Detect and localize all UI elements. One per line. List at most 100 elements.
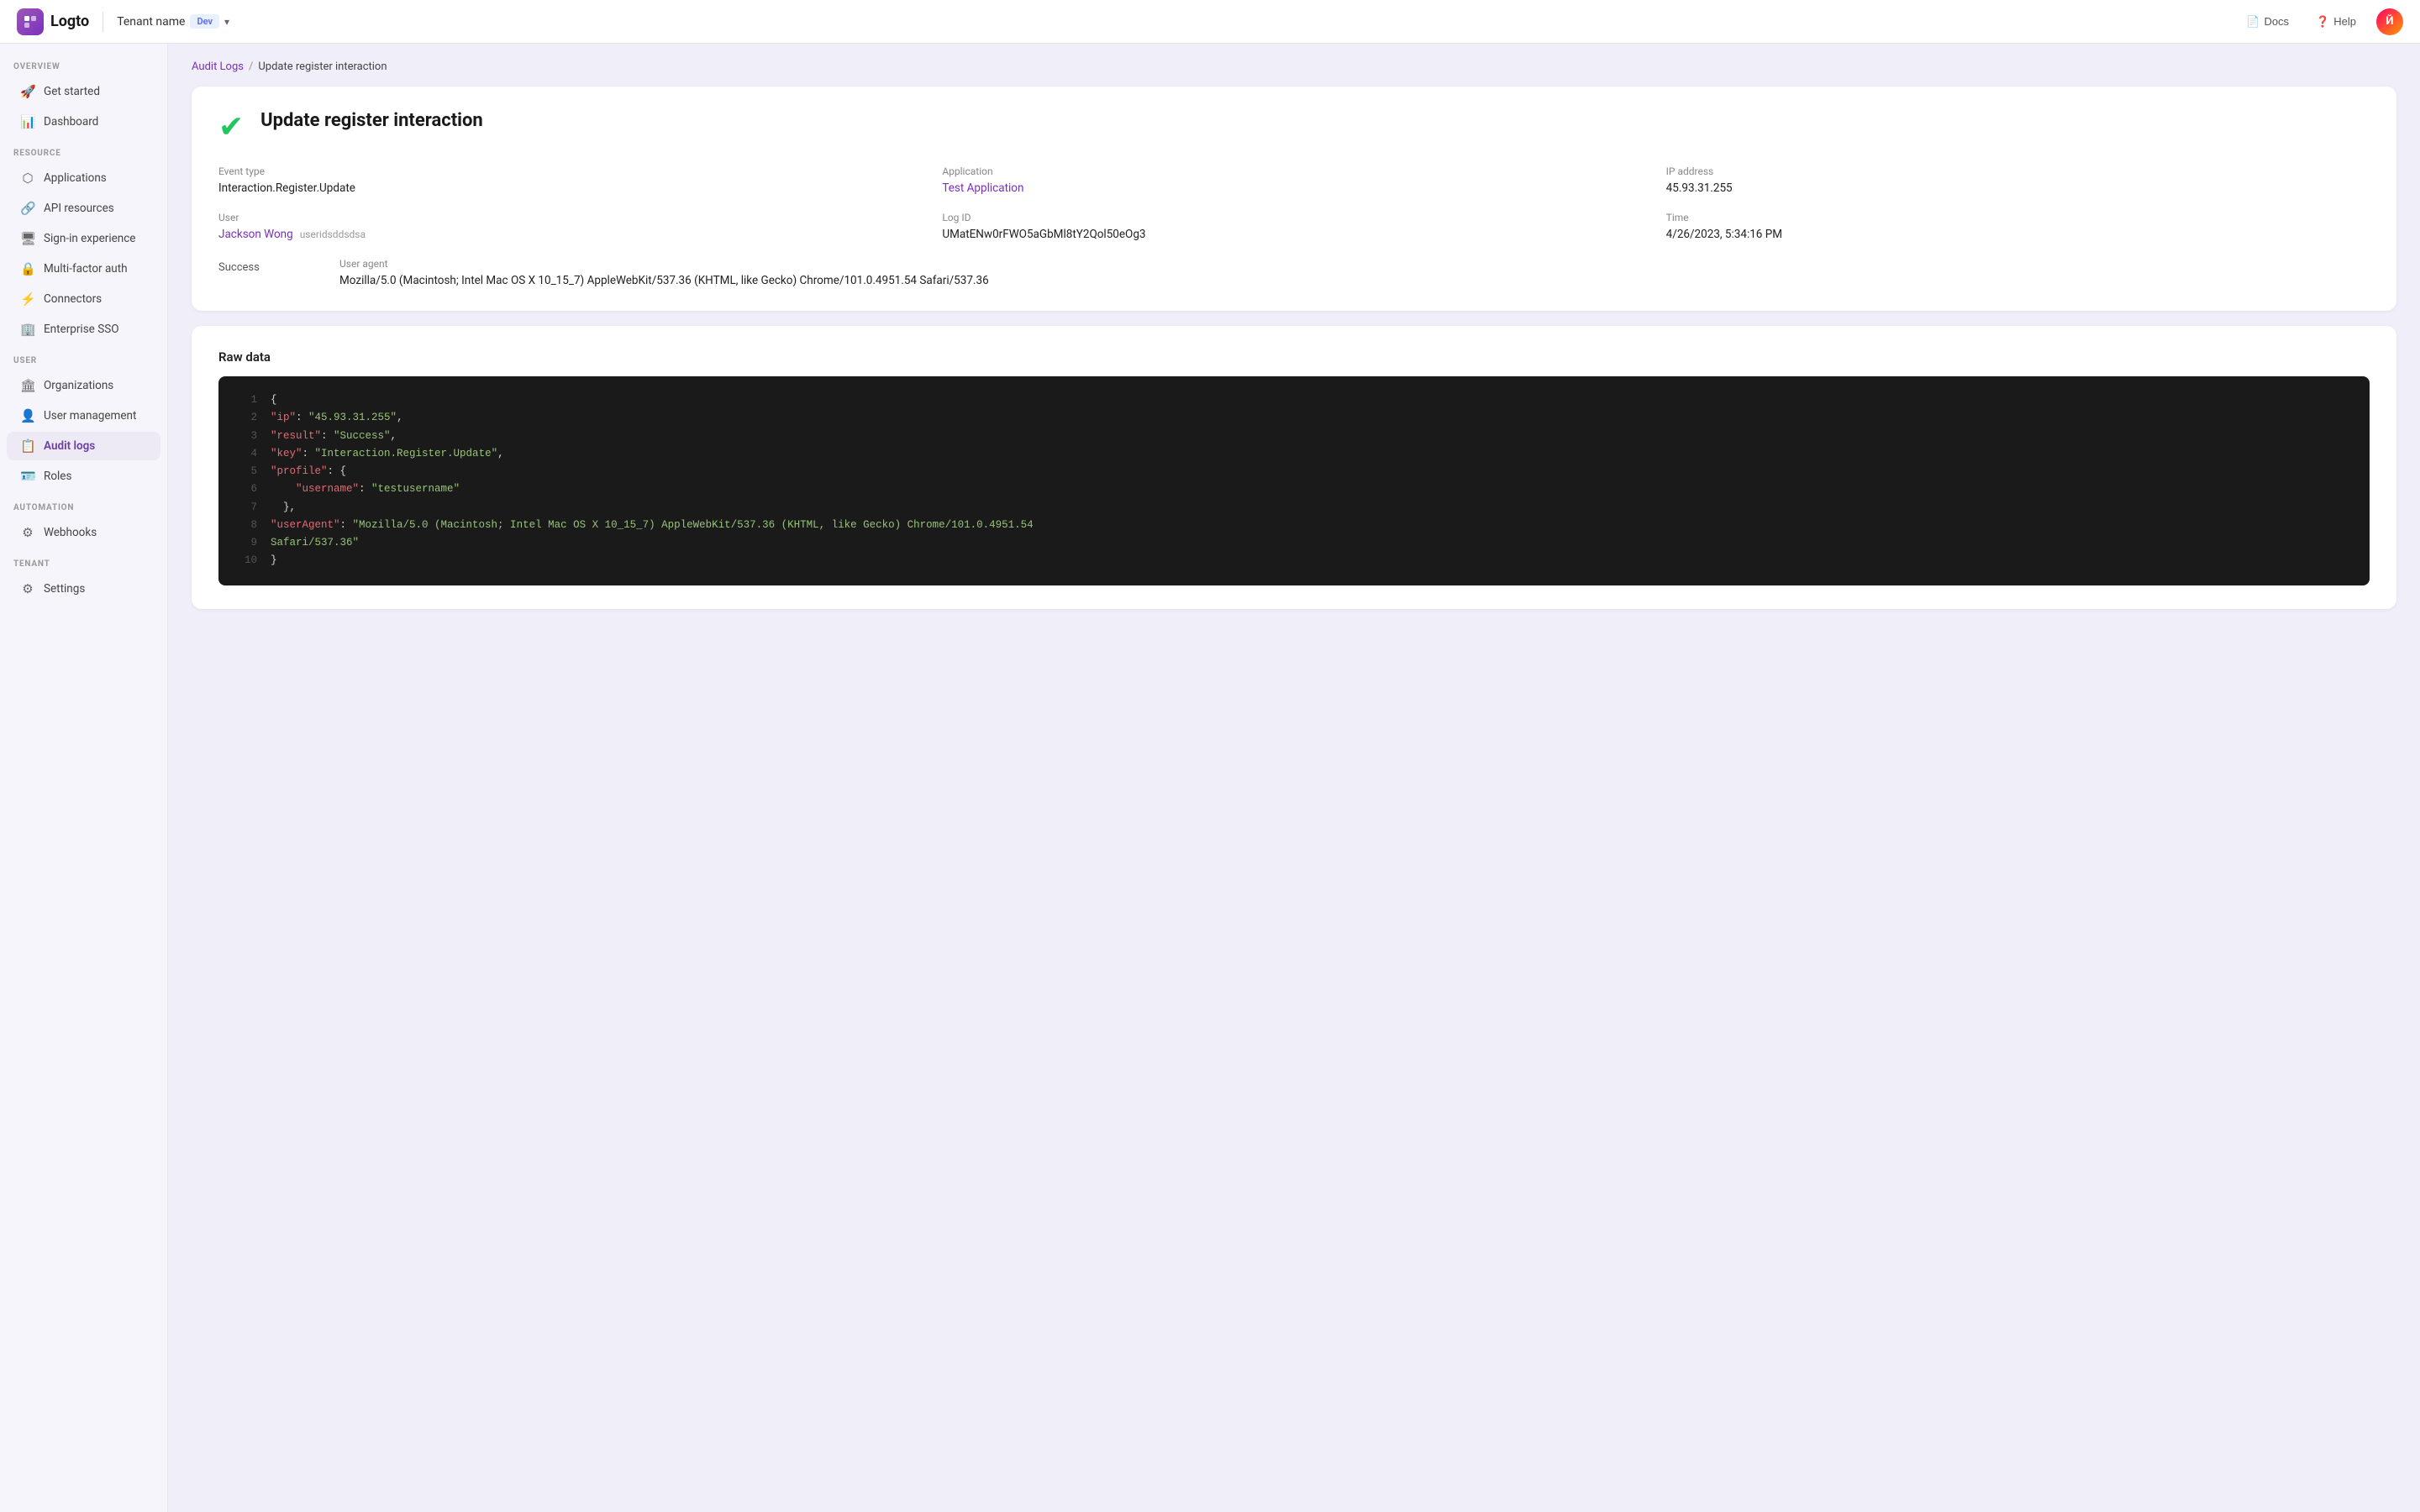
code-line: 10}: [218, 552, 2370, 570]
user-avatar[interactable]: Й: [2376, 8, 2403, 35]
event-type-field: Event type Interaction.Register.Update: [218, 165, 922, 195]
raw-data-card: Raw data 1{2"ip": "45.93.31.255",3"resul…: [192, 326, 2396, 609]
sidebar-section-automation: AUTOMATION: [0, 491, 167, 517]
main-layout: OVERVIEW 🚀 Get started 📊 Dashboard RESOU…: [0, 44, 2420, 1512]
sidebar-item-multi-factor-auth[interactable]: 🔒 Multi-factor auth: [7, 255, 160, 283]
sidebar: OVERVIEW 🚀 Get started 📊 Dashboard RESOU…: [0, 44, 168, 1512]
line-content: },: [271, 499, 296, 517]
application-field: Application Test Application: [942, 165, 1645, 195]
help-label: Help: [2333, 15, 2356, 28]
sidebar-item-get-started[interactable]: 🚀 Get started: [7, 77, 160, 106]
sidebar-item-applications[interactable]: ⬡ Applications: [7, 164, 160, 192]
user-field-label: User: [218, 212, 922, 223]
sidebar-item-audit-logs[interactable]: 📋 Audit logs: [7, 432, 160, 460]
chevron-down-icon: ▾: [224, 16, 229, 28]
sidebar-label-settings: Settings: [44, 582, 85, 596]
sidebar-section-tenant: TENANT: [0, 548, 167, 574]
line-content: Safari/537.36": [271, 534, 359, 552]
sidebar-item-sign-in-experience[interactable]: 🖥 Sign-in experience: [7, 224, 160, 253]
sidebar-label-organizations: Organizations: [44, 379, 113, 392]
sidebar-label-mfa: Multi-factor auth: [44, 262, 128, 276]
sidebar-label-get-started: Get started: [44, 85, 100, 98]
code-line: 9 Safari/537.36": [218, 534, 2370, 552]
connectors-icon: ⚡: [20, 291, 35, 307]
code-line: 3 "result": "Success",: [218, 428, 2370, 445]
user-id-text: useridsddsdsa: [300, 228, 366, 240]
api-resources-icon: 🔗: [20, 201, 35, 216]
help-icon: ❓: [2316, 15, 2329, 29]
line-content: {: [271, 391, 277, 409]
application-label: Application: [942, 165, 1645, 177]
line-number: 9: [234, 534, 257, 552]
breadcrumb-parent-link[interactable]: Audit Logs: [192, 60, 244, 73]
sidebar-item-organizations[interactable]: 🏛 Organizations: [7, 371, 160, 400]
code-block: 1{2"ip": "45.93.31.255",3"result": "Succ…: [218, 376, 2370, 585]
code-line: 5"profile": {: [218, 463, 2370, 480]
sidebar-label-enterprise-sso: Enterprise SSO: [44, 323, 119, 336]
line-number: 7: [234, 499, 257, 517]
status-field: Success: [218, 258, 319, 274]
tenant-env-badge: Dev: [190, 14, 219, 29]
applications-icon: ⬡: [20, 171, 35, 186]
line-number: 3: [234, 428, 257, 445]
sidebar-item-enterprise-sso[interactable]: 🏢 Enterprise SSO: [7, 315, 160, 344]
user-agent-label: User agent: [339, 258, 2370, 270]
sidebar-item-api-resources[interactable]: 🔗 API resources: [7, 194, 160, 223]
breadcrumb: Audit Logs / Update register interaction: [192, 60, 2396, 73]
line-number: 10: [234, 552, 257, 570]
sidebar-item-connectors[interactable]: ⚡ Connectors: [7, 285, 160, 313]
status-value: Success: [218, 260, 260, 274]
audit-logs-icon: 📋: [20, 438, 35, 454]
roles-icon: 🪪: [20, 469, 35, 484]
enterprise-sso-icon: 🏢: [20, 322, 35, 337]
docs-label: Docs: [2264, 15, 2289, 28]
success-checkmark-icon: ✔: [218, 112, 244, 142]
log-id-field: Log ID UMatENw0rFWO5aGbMl8tY2Qol50eOg3: [942, 212, 1645, 241]
sidebar-label-user-management: User management: [44, 409, 136, 423]
main-content: Audit Logs / Update register interaction…: [168, 44, 2420, 1512]
line-number: 4: [234, 445, 257, 463]
sidebar-label-sign-in: Sign-in experience: [44, 232, 135, 245]
tenant-selector[interactable]: Tenant name Dev ▾: [117, 14, 229, 29]
docs-icon: 📄: [2246, 15, 2260, 29]
logo[interactable]: Logto: [17, 8, 89, 35]
extra-fields: Success User agent Mozilla/5.0 (Macintos…: [218, 258, 2370, 287]
line-content: "ip": "45.93.31.255",: [271, 409, 403, 427]
line-number: 5: [234, 463, 257, 480]
sidebar-label-connectors: Connectors: [44, 292, 102, 306]
sign-in-icon: 🖥: [20, 231, 35, 246]
event-type-label: Event type: [218, 165, 922, 177]
ip-address-field: IP address 45.93.31.255: [1666, 165, 2370, 195]
application-value[interactable]: Test Application: [942, 181, 1645, 195]
user-name-link[interactable]: Jackson Wong: [218, 228, 293, 241]
sidebar-label-webhooks: Webhooks: [44, 526, 97, 539]
ip-address-label: IP address: [1666, 165, 2370, 177]
topbar: Logto Tenant name Dev ▾ 📄 Docs ❓ Help Й: [0, 0, 2420, 44]
sidebar-section-overview: OVERVIEW: [0, 50, 167, 76]
time-value: 4/26/2023, 5:34:16 PM: [1666, 228, 2370, 241]
ip-address-value: 45.93.31.255: [1666, 181, 2370, 195]
line-content: "result": "Success",: [271, 428, 397, 445]
status-and-agent-row: Success User agent Mozilla/5.0 (Macintos…: [218, 258, 2370, 287]
sidebar-item-settings[interactable]: ⚙ Settings: [7, 575, 160, 603]
event-type-value: Interaction.Register.Update: [218, 181, 922, 195]
sidebar-label-roles: Roles: [44, 470, 71, 483]
line-content: "userAgent": "Mozilla/5.0 (Macintosh; In…: [271, 517, 1034, 534]
event-title: Update register interaction: [260, 110, 483, 131]
sidebar-item-webhooks[interactable]: ⚙ Webhooks: [7, 518, 160, 547]
settings-icon: ⚙: [20, 581, 35, 596]
raw-data-title: Raw data: [218, 349, 2370, 365]
sidebar-item-user-management[interactable]: 👤 User management: [7, 402, 160, 430]
code-line: 1{: [218, 391, 2370, 409]
docs-button[interactable]: 📄 Docs: [2239, 11, 2296, 33]
line-content: "username": "testusername": [271, 480, 460, 498]
sidebar-item-dashboard[interactable]: 📊 Dashboard: [7, 108, 160, 136]
help-button[interactable]: ❓ Help: [2309, 11, 2363, 33]
line-content: "key": "Interaction.Register.Update",: [271, 445, 504, 463]
breadcrumb-separator: /: [249, 60, 253, 73]
time-field: Time 4/26/2023, 5:34:16 PM: [1666, 212, 2370, 241]
sidebar-item-roles[interactable]: 🪪 Roles: [7, 462, 160, 491]
sidebar-label-audit-logs: Audit logs: [44, 439, 95, 453]
log-id-label: Log ID: [942, 212, 1645, 223]
event-header: ✔ Update register interaction: [218, 110, 2370, 142]
